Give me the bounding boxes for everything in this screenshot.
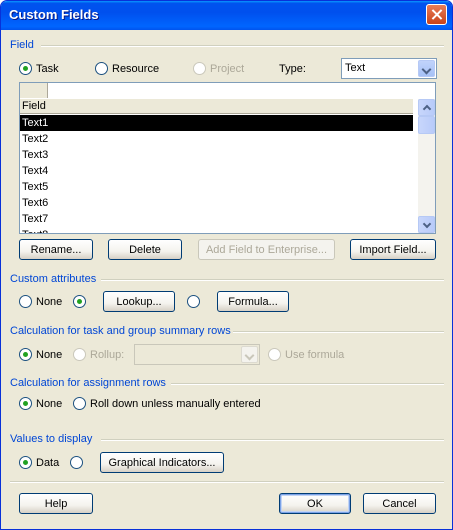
rolldown-radio[interactable]: Roll down unless manually entered [73, 397, 261, 410]
field-list-item[interactable]: Text3 [20, 147, 413, 163]
calc-summary-separator [233, 331, 444, 333]
project-radio-label: Project [210, 62, 245, 75]
rolldown-radio-icon [73, 397, 86, 410]
custom-fields-dialog: Custom Fields Field Task Resource Projec… [0, 0, 453, 530]
lookup-radio[interactable] [73, 295, 86, 308]
dialog-title: Custom Fields [9, 7, 99, 22]
rollup-radio-label: Rollup: [90, 348, 125, 361]
custom-attributes-separator [101, 279, 444, 281]
data-radio[interactable]: Data [19, 456, 59, 469]
rename-button[interactable]: Rename... [19, 239, 93, 260]
field-list-item[interactable]: Text1 [20, 115, 413, 131]
rolldown-radio-label: Roll down unless manually entered [90, 397, 261, 410]
task-radio[interactable]: Task [19, 62, 59, 75]
summary-none-radio-icon [19, 348, 32, 361]
project-radio[interactable]: Project [193, 62, 244, 75]
help-button[interactable]: Help [19, 493, 93, 514]
field-separator [41, 45, 444, 47]
field-listbox[interactable]: Field Text1 Text2 Text3 Text4 Text5 Text6 Text… [19, 82, 436, 234]
field-list-item[interactable]: Text6 [20, 195, 413, 211]
resource-radio-label: Resource [112, 62, 160, 75]
use-formula-radio[interactable]: Use formula [268, 348, 344, 361]
calc-assignment-label: Calculation for assignment rows [10, 377, 166, 389]
assignment-none-radio[interactable]: None [19, 397, 62, 410]
field-edit-row[interactable] [20, 83, 418, 98]
summary-none-radio[interactable]: None [19, 348, 62, 361]
graphical-indicators-radio[interactable] [70, 456, 83, 469]
calc-assignment-separator [171, 383, 444, 385]
rollup-chevron-down-icon[interactable] [241, 346, 258, 363]
values-display-separator [101, 439, 444, 441]
custom-none-radio-icon [19, 295, 32, 308]
data-radio-label: Data [36, 456, 60, 469]
summary-none-radio-label: None [36, 348, 63, 361]
scroll-up-icon[interactable] [418, 99, 435, 116]
scroll-down-icon[interactable] [418, 216, 435, 233]
add-field-to-enterprise-button[interactable]: Add Field to Enterprise... [198, 239, 335, 260]
project-radio-icon [193, 62, 206, 75]
type-dropdown-value: Text [345, 62, 366, 74]
assignment-none-radio-label: None [36, 397, 63, 410]
lookup-button[interactable]: Lookup... [103, 291, 175, 312]
cancel-button[interactable]: Cancel [363, 493, 436, 514]
formula-button[interactable]: Formula... [217, 291, 289, 312]
assignment-none-radio-icon [19, 397, 32, 410]
use-formula-radio-label: Use formula [285, 348, 345, 361]
graphical-indicators-radio-icon [70, 456, 83, 469]
task-radio-icon [19, 62, 32, 75]
field-list-item[interactable]: Text8 [20, 227, 413, 233]
lookup-radio-icon [73, 295, 86, 308]
field-list-scrollbar[interactable] [418, 99, 435, 233]
field-edit-row-header [20, 83, 48, 98]
graphical-indicators-button[interactable]: Graphical Indicators... [100, 452, 224, 473]
custom-attributes-label: Custom attributes [10, 273, 97, 285]
rollup-radio[interactable]: Rollup: [73, 348, 124, 361]
type-label: Type: [279, 63, 306, 75]
ok-button[interactable]: OK [279, 493, 351, 514]
scroll-thumb[interactable] [418, 116, 435, 134]
formula-radio[interactable] [187, 295, 200, 308]
bottom-separator [10, 481, 444, 483]
custom-none-radio-label: None [36, 295, 63, 308]
type-dropdown[interactable]: Text [341, 58, 437, 79]
field-list-header: Field [20, 99, 413, 114]
title-bar[interactable]: Custom Fields [1, 1, 452, 30]
field-list-item[interactable]: Text7 [20, 211, 413, 227]
calc-summary-label: Calculation for task and group summary r… [10, 325, 231, 337]
delete-button[interactable]: Delete [108, 239, 182, 260]
resource-radio-icon [95, 62, 108, 75]
close-icon[interactable] [426, 4, 447, 25]
resource-radio[interactable]: Resource [95, 62, 159, 75]
chevron-down-icon[interactable] [418, 60, 435, 77]
field-list-item[interactable]: Text5 [20, 179, 413, 195]
data-radio-icon [19, 456, 32, 469]
rollup-dropdown[interactable] [134, 344, 260, 365]
task-radio-label: Task [36, 62, 59, 75]
field-list-item[interactable]: Text4 [20, 163, 413, 179]
formula-radio-icon [187, 295, 200, 308]
field-list-item[interactable]: Text2 [20, 131, 413, 147]
import-field-button[interactable]: Import Field... [350, 239, 436, 260]
field-section-label: Field [10, 39, 34, 51]
values-display-label: Values to display [10, 433, 93, 445]
rollup-radio-icon [73, 348, 86, 361]
custom-none-radio[interactable]: None [19, 295, 62, 308]
use-formula-radio-icon [268, 348, 281, 361]
field-list-items: Text1Text2Text3Text4Text5Text6Text7Text8 [20, 115, 413, 233]
